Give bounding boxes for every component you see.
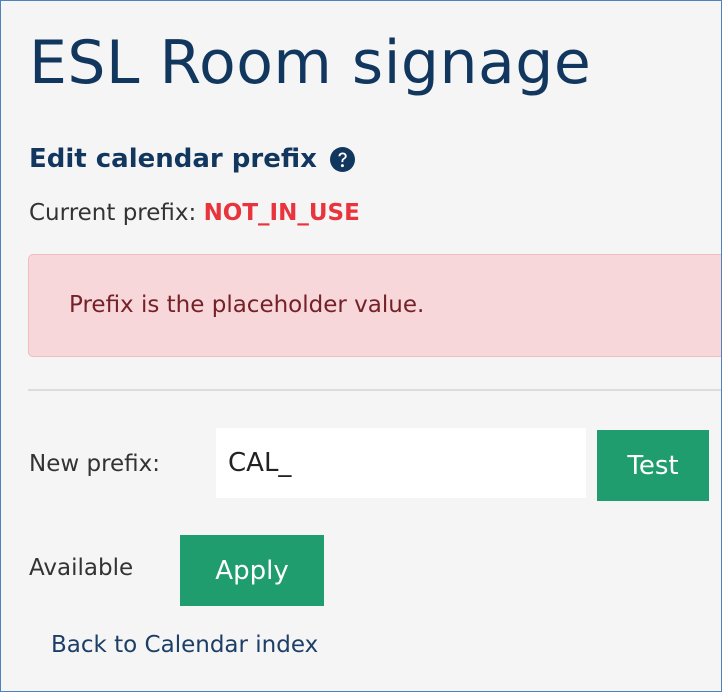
back-to-calendar-index-link[interactable]: Back to Calendar index	[51, 629, 318, 661]
alert-message: Prefix is the placeholder value.	[69, 292, 425, 318]
new-prefix-input[interactable]	[216, 428, 586, 498]
availability-status: Available	[29, 555, 134, 581]
new-prefix-label: New prefix:	[29, 451, 161, 477]
current-prefix-value: NOT_IN_USE	[203, 200, 360, 226]
page-container: ESL Room signage Edit calendar prefix Cu…	[0, 0, 722, 692]
page-title: ESL Room signage	[29, 28, 592, 98]
section-heading-text: Edit calendar prefix	[29, 144, 317, 174]
test-button[interactable]: Test	[597, 430, 709, 501]
question-circle-icon[interactable]	[329, 146, 356, 173]
apply-button[interactable]: Apply	[180, 535, 324, 606]
current-prefix-line: Current prefix: NOT_IN_USE	[29, 197, 360, 229]
current-prefix-label: Current prefix:	[29, 200, 197, 226]
divider	[28, 389, 721, 391]
section-heading: Edit calendar prefix	[29, 141, 356, 177]
warning-alert: Prefix is the placeholder value.	[28, 254, 721, 357]
